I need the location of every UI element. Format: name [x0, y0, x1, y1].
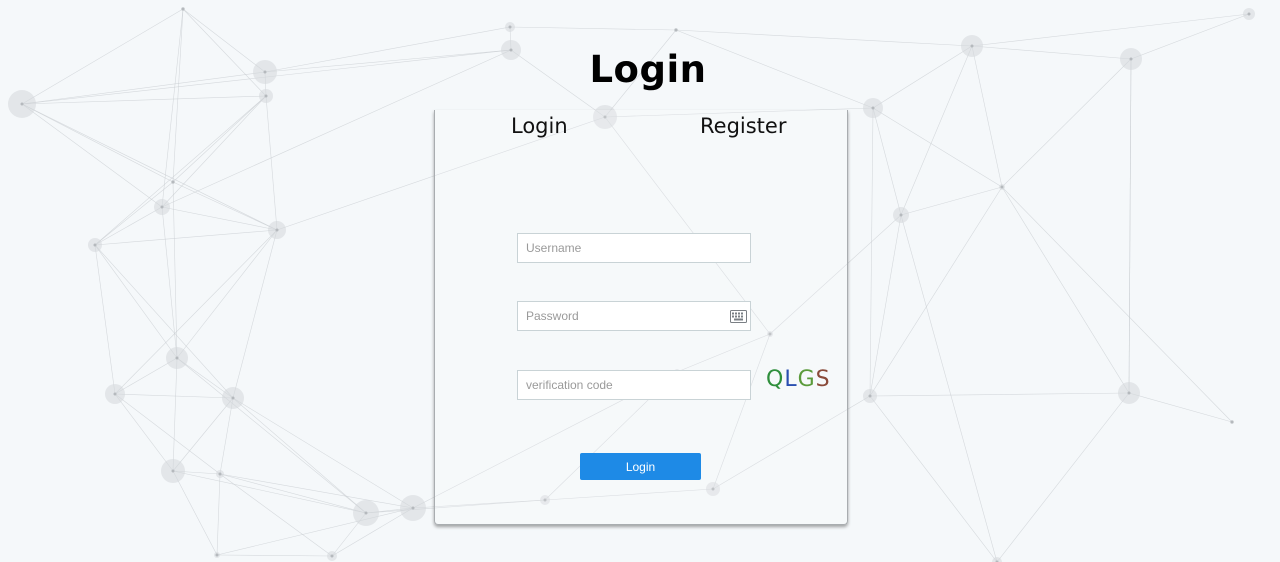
captcha-image[interactable]: QLGS — [766, 367, 831, 392]
network-link — [172, 181, 278, 231]
network-link — [232, 397, 414, 509]
login-button[interactable]: Login — [580, 453, 701, 480]
network-link — [869, 107, 874, 397]
network-link — [232, 229, 278, 399]
network-node-core — [231, 396, 235, 400]
network-node-core — [899, 213, 903, 217]
tab-login[interactable]: Login — [511, 114, 568, 138]
network-link — [114, 229, 278, 395]
network-link — [172, 357, 178, 472]
page-title: Login — [589, 48, 707, 91]
network-link — [509, 26, 677, 31]
captcha-char: Q — [766, 367, 785, 392]
network-node-core — [20, 102, 24, 106]
network-link — [172, 95, 267, 183]
network-link — [265, 95, 278, 231]
network-link — [161, 95, 267, 208]
network-link — [869, 392, 1130, 397]
username-field-wrapper — [517, 233, 751, 263]
network-node-core — [171, 469, 175, 473]
network-node-core — [160, 205, 164, 209]
username-input[interactable] — [518, 234, 750, 262]
network-node-core — [171, 180, 175, 184]
network-node-core — [1000, 185, 1004, 189]
network-link — [216, 473, 221, 556]
network-link — [219, 397, 234, 475]
verification-code-input[interactable] — [518, 371, 750, 399]
network-link — [172, 397, 234, 472]
network-link — [872, 107, 902, 216]
network-link — [172, 470, 218, 556]
network-link — [232, 397, 367, 514]
network-link — [675, 29, 973, 47]
network-link — [1001, 186, 1130, 394]
network-link — [219, 473, 367, 514]
network-link — [216, 554, 333, 557]
network-link — [219, 473, 333, 557]
network-link — [1001, 186, 1233, 423]
network-node-core — [1230, 420, 1234, 424]
network-node-core — [411, 506, 415, 510]
verification-code-field-wrapper — [517, 370, 751, 400]
network-node-core — [508, 25, 512, 29]
network-link — [94, 206, 163, 246]
network-link — [219, 473, 414, 509]
network-link — [176, 229, 278, 359]
network-link — [1128, 392, 1233, 423]
network-node-core — [868, 394, 872, 398]
network-node-core — [264, 94, 268, 98]
network-node-core — [215, 553, 219, 557]
network-link — [1128, 58, 1132, 394]
network-node-core — [113, 392, 117, 396]
network-link — [869, 186, 1003, 397]
network-link — [21, 103, 174, 183]
network-node-core — [1127, 391, 1131, 395]
network-node-core — [871, 106, 875, 110]
network-node-core — [175, 356, 179, 360]
network-link — [869, 214, 902, 397]
network-link — [872, 107, 1003, 188]
network-link — [176, 357, 367, 514]
network-node-core — [93, 243, 97, 247]
password-input[interactable] — [518, 302, 750, 330]
network-link — [216, 507, 414, 556]
network-node-core — [218, 472, 222, 476]
captcha-char: S — [815, 367, 831, 392]
network-node-core — [674, 28, 678, 32]
network-link — [996, 392, 1130, 562]
tab-register[interactable]: Register — [700, 114, 786, 138]
network-link — [94, 244, 116, 395]
network-link — [94, 229, 278, 246]
password-field-wrapper — [517, 301, 751, 331]
network-link — [900, 214, 998, 562]
captcha-char: G — [797, 367, 816, 392]
network-node-core — [364, 511, 368, 515]
network-link — [172, 8, 184, 183]
network-link — [114, 393, 234, 399]
login-panel: Login Register QLGS Login — [434, 110, 848, 525]
network-node-core — [181, 7, 185, 11]
network-link — [869, 395, 998, 562]
network-node-core — [275, 228, 279, 232]
network-link — [161, 206, 178, 359]
network-link — [21, 103, 278, 231]
network-link — [114, 393, 174, 472]
network-link — [21, 103, 163, 208]
network-link — [161, 206, 278, 231]
network-link — [94, 244, 234, 399]
network-node-core — [330, 554, 334, 558]
network-link — [172, 470, 367, 514]
keyboard-icon[interactable] — [730, 310, 747, 323]
network-link — [94, 244, 178, 359]
captcha-char: L — [784, 367, 798, 392]
network-node-core — [1247, 12, 1251, 16]
